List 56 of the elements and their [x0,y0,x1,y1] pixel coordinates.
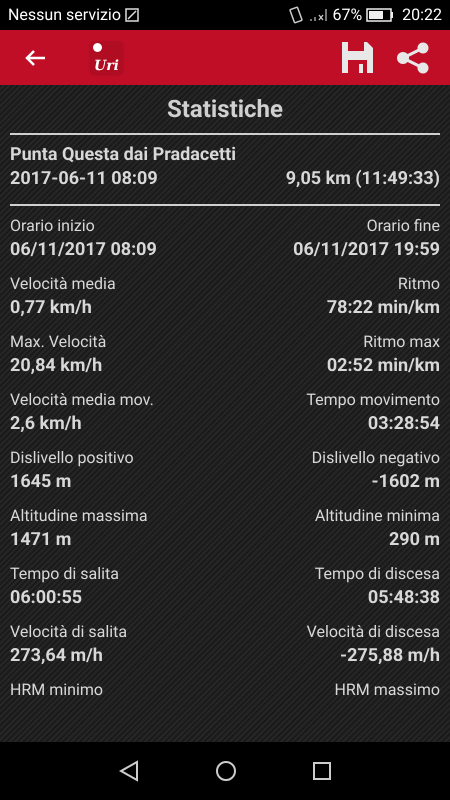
stat-value: 290 m [388,528,440,552]
stat-value: -275,88 m/h [340,644,440,668]
track-date: 2017-06-11 08:09 [10,167,158,191]
stat-label: Tempo di discesa [314,563,440,585]
back-arrow-icon [24,48,46,66]
battery-icon [366,8,394,22]
save-button[interactable] [340,40,374,74]
stat-label: Altitudine minima [314,505,440,527]
stat-value: 05:48:38 [368,586,440,610]
stat-label: Velocità di discesa [306,621,440,643]
battery-percent: 67% [332,4,362,26]
home-nav-button[interactable] [214,760,237,782]
stat-label: Velocità media mov. [10,389,154,411]
stat-value: 03:28:54 [368,412,440,436]
stat-value: 2,6 km/h [10,412,83,436]
recents-nav-button[interactable] [312,761,332,781]
stat-label: Ritmo [398,273,440,295]
stat-label: Ritmo max [363,331,440,353]
triangle-icon [118,760,140,782]
track-summary: 9,05 km (11:49:33) [286,167,440,191]
circle-icon [214,760,237,782]
logo-text: Uri [94,58,119,74]
stat-label: Tempo movimento [306,389,440,411]
back-nav-button[interactable] [118,760,140,782]
image-icon [124,8,139,22]
stat-value: 02:52 min/km [326,354,440,378]
stat-label: Orario inizio [10,215,96,237]
square-icon [312,761,332,781]
stat-label: Dislivello positivo [10,447,134,469]
stat-label: Max. Velocità [10,331,106,353]
share-icon [396,42,430,74]
stat-value: 06/11/2017 08:09 [10,238,157,262]
stat-label: HRM minimo [10,679,104,701]
clock-text: 20:22 [402,4,442,26]
stat-value: 0,77 km/h [10,296,93,320]
track-name: Punta Questa dai Pradacetti [10,143,237,167]
stat-value: 06/11/2017 19:59 [293,238,440,262]
stat-value: -1602 m [372,470,440,494]
stat-value: 273,64 m/h [10,644,104,668]
stat-value: 20,84 km/h [10,354,104,378]
stat-label: Velocità di salita [10,621,128,643]
no-signal-icon [308,7,328,23]
stat-label: Tempo di salita [10,563,119,585]
stat-label: Dislivello negativo [312,447,440,469]
carrier-text: Nessun servizio [8,4,121,26]
stat-value: 1645 m [10,470,72,494]
stat-value: 06:00:55 [10,586,84,610]
stat-value: 1471 m [10,528,72,552]
vibrate-icon [288,6,304,24]
stat-label: Altitudine massima [10,505,148,527]
stat-label: HRM massimo [334,679,440,701]
stat-value: 78:22 min/km [326,296,440,320]
stat-label: Velocità media [10,273,116,295]
share-button[interactable] [396,40,430,74]
screen-title: Statistiche [166,94,284,125]
stat-label: Orario fine [366,215,440,237]
